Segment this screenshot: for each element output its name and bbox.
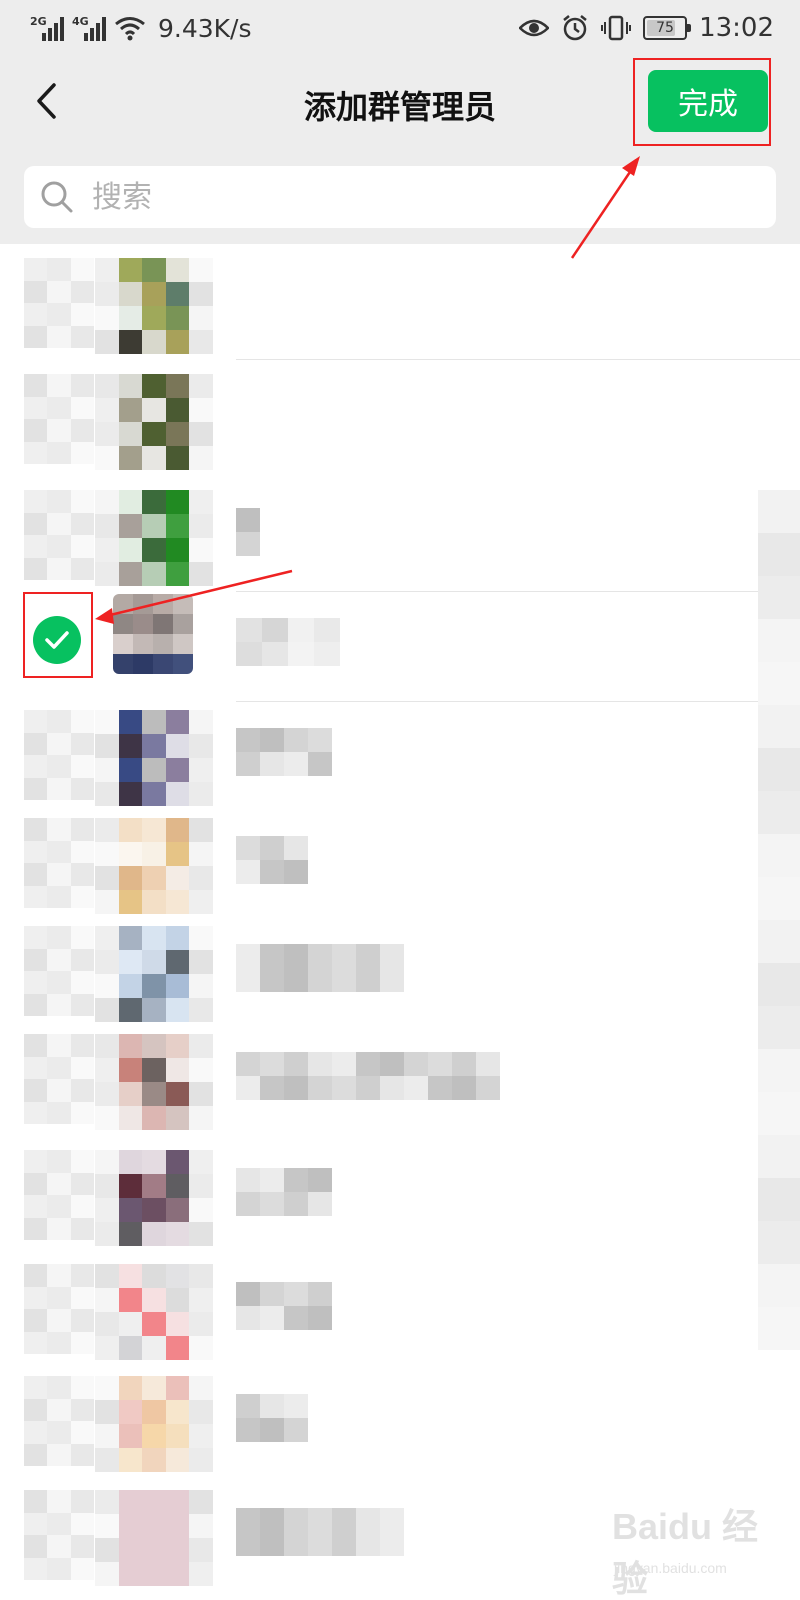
baidu-jingyan-watermark: Baidu 经验 jingyan.baidu.com (612, 1494, 778, 1599)
contact-row[interactable] (0, 804, 800, 920)
annotation-box-checkbox (23, 592, 93, 678)
signal-gen-label: 2G (30, 15, 47, 28)
index-letter[interactable] (758, 1135, 800, 1178)
index-letter[interactable] (758, 1092, 800, 1135)
status-bar: 2G 4G 9.43K/s 75 13:02 (0, 0, 800, 56)
avatar (95, 1034, 213, 1130)
contact-row[interactable] (0, 912, 800, 1028)
search-area (0, 148, 800, 244)
contact-row[interactable] (0, 1020, 800, 1136)
search-icon (41, 181, 73, 213)
checkbox[interactable] (24, 1034, 94, 1124)
contact-name (236, 1282, 332, 1330)
contact-name (236, 1168, 332, 1216)
contact-name (236, 618, 340, 666)
index-letter[interactable] (758, 1178, 800, 1221)
avatar (95, 1264, 213, 1360)
checkbox[interactable] (24, 490, 94, 580)
signal-gen-label: 4G (72, 15, 89, 28)
avatar (95, 926, 213, 1022)
avatar (95, 1376, 213, 1472)
index-letter[interactable] (758, 1264, 800, 1307)
checkbox[interactable] (24, 1150, 94, 1240)
avatar (95, 1490, 213, 1586)
vibrate-icon (601, 15, 632, 41)
checkbox[interactable] (24, 258, 94, 348)
net-speed: 9.43K/s (158, 13, 252, 43)
search-input[interactable] (92, 179, 692, 215)
avatar (95, 710, 213, 806)
contact-name (236, 1052, 500, 1100)
checkbox[interactable] (24, 1376, 94, 1466)
avatar (95, 258, 213, 354)
index-letter[interactable] (758, 877, 800, 920)
index-letter[interactable] (758, 834, 800, 877)
battery-icon: 75 (643, 16, 692, 40)
index-letter[interactable] (758, 1006, 800, 1049)
checkbox[interactable] (24, 818, 94, 908)
contact-name (236, 836, 308, 884)
battery-level: 75 (656, 20, 674, 36)
annotation-box-done (633, 58, 771, 146)
index-letter[interactable] (758, 490, 800, 533)
contact-row-selected[interactable] (0, 586, 800, 702)
index-letter[interactable] (758, 791, 800, 834)
index-letter[interactable] (758, 920, 800, 963)
search-box[interactable] (24, 166, 776, 228)
watermark-sub: jingyan.baidu.com (614, 1560, 727, 1576)
checkbox[interactable] (24, 374, 94, 464)
contact-row[interactable] (0, 244, 800, 360)
status-left: 2G 4G 9.43K/s (30, 10, 252, 46)
avatar (95, 1150, 213, 1246)
index-letter[interactable] (758, 533, 800, 576)
watermark-word: Baidu 经验 (612, 1506, 759, 1599)
index-letter[interactable] (758, 963, 800, 1006)
contact-row[interactable] (0, 476, 800, 592)
signal-4g-icon: 4G (72, 15, 106, 41)
index-letter[interactable] (758, 748, 800, 791)
contact-name (236, 728, 332, 776)
avatar (95, 490, 213, 586)
contact-row[interactable] (0, 1362, 800, 1478)
avatar (95, 818, 213, 914)
eye-icon (519, 19, 550, 37)
contact-name (236, 944, 404, 992)
index-letter[interactable] (758, 662, 800, 705)
avatar (113, 594, 193, 674)
alphabet-index-bar[interactable] (758, 490, 800, 1350)
contact-row[interactable] (0, 696, 800, 812)
contact-row[interactable] (0, 1136, 800, 1252)
checkbox[interactable] (24, 926, 94, 1016)
index-letter[interactable] (758, 1221, 800, 1264)
contact-row[interactable] (0, 360, 800, 476)
contact-name (236, 1508, 404, 1556)
index-letter[interactable] (758, 705, 800, 748)
contact-name (236, 1394, 308, 1442)
checkbox[interactable] (24, 710, 94, 800)
index-letter[interactable] (758, 576, 800, 619)
index-letter[interactable] (758, 1307, 800, 1350)
index-letter[interactable] (758, 1049, 800, 1092)
wifi-icon (115, 17, 145, 41)
avatar (95, 374, 213, 470)
clock: 13:02 (699, 13, 774, 43)
alarm-icon (563, 15, 587, 41)
checkbox[interactable] (24, 1490, 94, 1580)
contact-row[interactable] (0, 1250, 800, 1366)
contact-name (236, 508, 260, 556)
status-right: 75 13:02 (519, 10, 774, 46)
signal-2g-icon: 2G (30, 15, 64, 41)
contact-list (0, 244, 800, 1600)
index-letter[interactable] (758, 619, 800, 662)
checkbox[interactable] (24, 1264, 94, 1354)
